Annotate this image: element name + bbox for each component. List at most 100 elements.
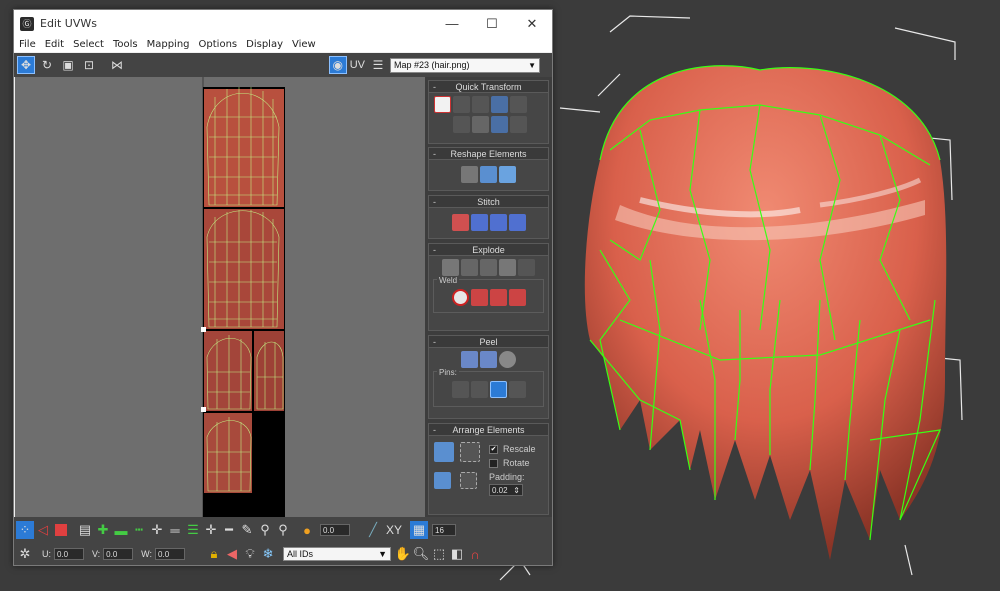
v-field[interactable]: 0.0 <box>103 548 134 560</box>
spinner-arrows-icon: ⇕ <box>513 485 520 495</box>
falloff-line-icon[interactable]: ╱ <box>364 521 382 539</box>
stitch-average-icon[interactable] <box>470 214 488 231</box>
loop-grow-button[interactable]: ☰ <box>184 521 202 539</box>
edge-mode-button[interactable]: ◁ <box>34 521 52 539</box>
auto-pin-icon[interactable] <box>489 381 507 398</box>
align-vertical-icon[interactable] <box>453 116 470 133</box>
flatten-by-angle-icon[interactable] <box>461 259 478 276</box>
paint-brush-icon[interactable]: ✎ <box>238 521 256 539</box>
pack-custom-icon[interactable] <box>434 442 454 462</box>
grid-snap-icon[interactable]: ▦ <box>410 521 428 539</box>
scale-tool-button[interactable]: ▣ <box>59 56 77 74</box>
falloff-field[interactable]: 0.0 <box>320 524 350 536</box>
maximize-button[interactable]: ☐ <box>472 10 512 37</box>
quick-peel-icon[interactable] <box>461 351 478 368</box>
ring-grow-button[interactable]: ✛ <box>148 521 166 539</box>
brush-tool-icon[interactable]: ⚲ <box>274 521 292 539</box>
menu-select[interactable]: Select <box>73 39 104 50</box>
grow-selection-button[interactable]: ✚ <box>94 521 112 539</box>
lock-icon[interactable]: 🔒︎ <box>205 545 223 563</box>
title-bar[interactable]: Ⓖ Edit UVWs — ☐ ✕ <box>14 10 552 37</box>
menu-tools[interactable]: Tools <box>113 39 138 50</box>
ids-dropdown[interactable]: All IDs ▼ <box>283 547 392 561</box>
relax-until-flat-icon[interactable] <box>499 166 516 183</box>
menu-mapping[interactable]: Mapping <box>147 39 190 50</box>
weld-threshold-icon[interactable] <box>508 289 526 306</box>
vertex-mode-button[interactable]: ⁘ <box>16 521 34 539</box>
edit-uvws-window[interactable]: Ⓖ Edit UVWs — ☐ ✕ File Edit Select Tools… <box>13 9 553 566</box>
shrink-selection-button[interactable]: ▬ <box>112 521 130 539</box>
stitch-to-target-icon[interactable] <box>451 214 469 231</box>
soft-selection-icon[interactable]: ● <box>298 521 316 539</box>
stitch-custom-icon[interactable] <box>508 214 526 231</box>
align-horizontal-icon[interactable] <box>453 96 470 113</box>
zoom-region-icon[interactable]: ⬚ <box>430 545 448 563</box>
move-tool-button[interactable]: ✥ <box>17 56 35 74</box>
paint-select-button[interactable]: ━ <box>220 521 238 539</box>
face-mode-button[interactable] <box>52 521 70 539</box>
grid-count-field[interactable]: 16 <box>432 524 456 536</box>
pack-together-icon[interactable] <box>434 472 451 489</box>
rotate-tool-button[interactable]: ↻ <box>38 56 56 74</box>
menu-edit[interactable]: Edit <box>45 39 64 50</box>
freeform-tool-button[interactable]: ⊡ <box>80 56 98 74</box>
menu-display[interactable]: Display <box>246 39 283 50</box>
checker-map-icon[interactable]: ◉ <box>328 56 347 74</box>
ring-shrink-button[interactable]: ═ <box>166 521 184 539</box>
rollout-stitch-title: Stitch <box>477 197 500 207</box>
uv-editor-canvas[interactable] <box>15 77 425 517</box>
element-mode-button[interactable]: ▤ <box>76 521 94 539</box>
menu-options[interactable]: Options <box>199 39 238 50</box>
map-dropdown[interactable]: Map #23 (hair.png) ▼ <box>390 57 540 73</box>
menu-file[interactable]: File <box>19 39 36 50</box>
loop-button[interactable]: ┅ <box>130 521 148 539</box>
explode-extra-icon[interactable] <box>518 259 535 276</box>
snap-magnet-icon[interactable]: ∩ <box>466 545 484 563</box>
ids-dropdown-value: All IDs <box>287 549 314 559</box>
relax-icon[interactable] <box>480 166 497 183</box>
rotate-minus-icon[interactable] <box>491 116 508 133</box>
u-field[interactable]: 0.0 <box>54 548 84 560</box>
rollout-peel-title: Peel <box>479 337 498 347</box>
pack-normalize-icon[interactable] <box>460 442 480 462</box>
select-pins-icon[interactable] <box>508 381 526 398</box>
reset-peel-icon[interactable] <box>499 351 516 368</box>
w-field[interactable]: 0.0 <box>155 548 186 560</box>
weld-selected-icon[interactable] <box>470 289 488 306</box>
close-button[interactable]: ✕ <box>512 10 552 37</box>
pin-icon[interactable] <box>451 381 469 398</box>
hide-icon[interactable]: ◀ <box>223 545 241 563</box>
minimize-button[interactable]: — <box>432 10 472 37</box>
pan-hand-icon[interactable]: ✋ <box>394 545 412 563</box>
xy-toggle[interactable]: XY <box>382 521 406 539</box>
zoom-icon[interactable]: 🔍︎ <box>412 545 430 563</box>
bulb-icon[interactable]: 💡︎ <box>241 545 259 563</box>
break-icon[interactable] <box>442 259 459 276</box>
brush-size-icon[interactable]: ⚲ <box>256 521 274 539</box>
rotate-checkbox[interactable]: Rotate <box>489 456 536 470</box>
pivot-center-icon[interactable] <box>434 96 451 113</box>
padding-spinner[interactable]: 0.02 ⇕ <box>489 484 523 496</box>
pack-rescale-icon[interactable] <box>460 472 477 489</box>
menu-view[interactable]: View <box>292 39 316 50</box>
peel-mode-icon[interactable] <box>480 351 497 368</box>
rotate-plus-icon[interactable] <box>491 96 508 113</box>
mirror-tool-button[interactable]: ⋈ <box>108 56 126 74</box>
rescale-checkbox[interactable]: ✔ Rescale <box>489 442 536 456</box>
stitch-to-source-icon[interactable] <box>489 214 507 231</box>
loop-shrink-button[interactable]: ✛ <box>202 521 220 539</box>
flatten-by-material-icon[interactable] <box>499 259 516 276</box>
space-vertical-icon[interactable] <box>510 116 527 133</box>
unpin-icon[interactable] <box>470 381 488 398</box>
straighten-icon[interactable] <box>461 166 478 183</box>
freeze-icon[interactable]: ❄ <box>259 545 277 563</box>
texture-list-icon[interactable]: ☰ <box>369 56 387 74</box>
weld-all-selected-icon[interactable] <box>489 289 507 306</box>
align-to-edge-icon[interactable] <box>472 116 489 133</box>
gear-icon[interactable]: ✲ <box>16 545 34 563</box>
zoom-extents-icon[interactable]: ◧ <box>448 545 466 563</box>
flatten-by-smoothing-icon[interactable] <box>480 259 497 276</box>
align-diagonal-icon[interactable] <box>472 96 489 113</box>
weld-target-icon[interactable] <box>451 289 469 306</box>
space-horizontal-icon[interactable] <box>510 96 527 113</box>
